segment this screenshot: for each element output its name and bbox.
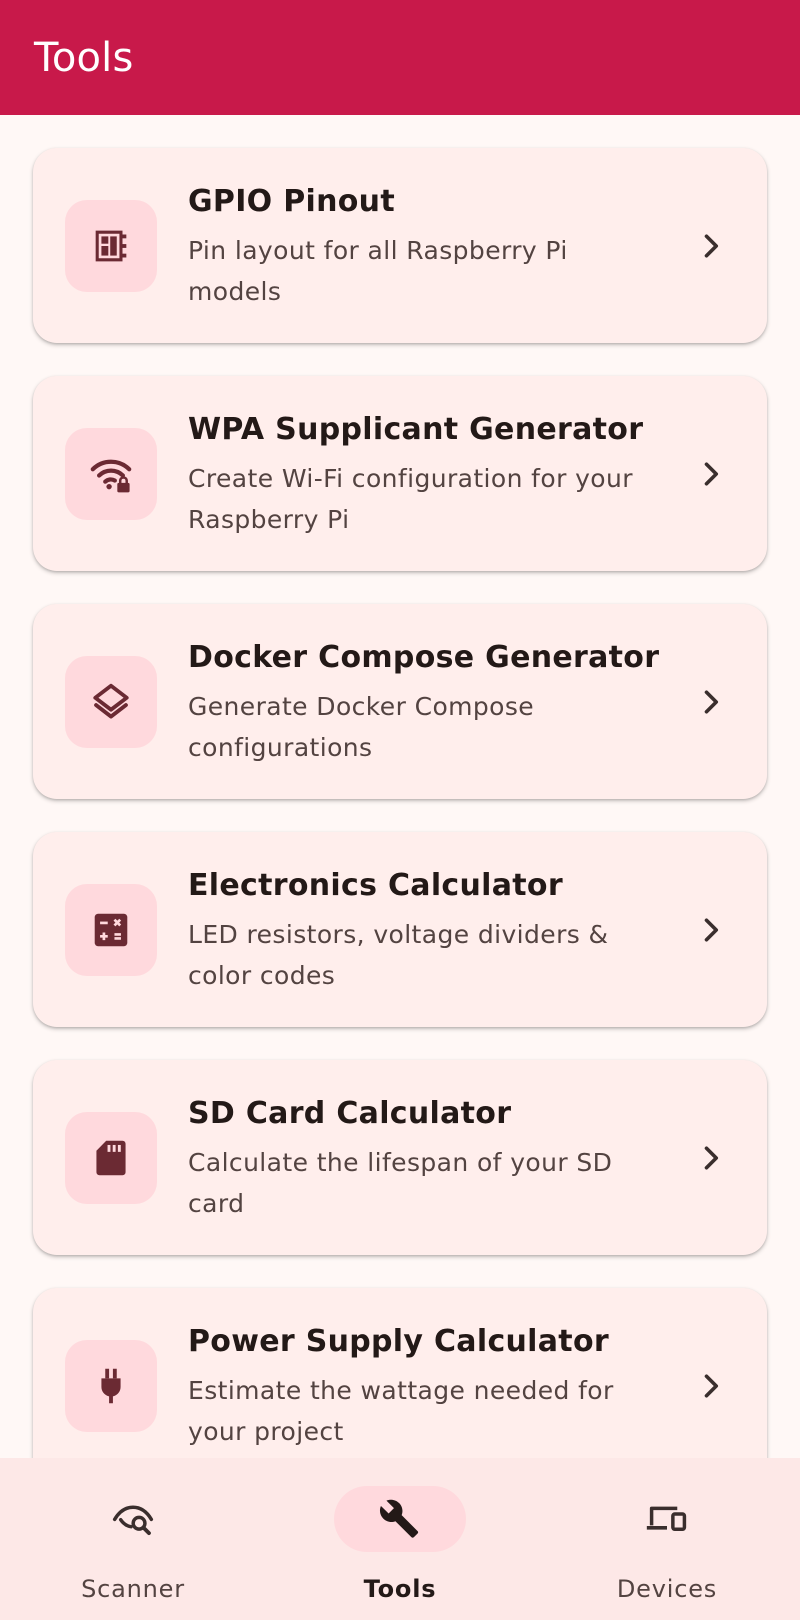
tool-title: SD Card Calculator <box>188 1096 512 1131</box>
tool-subtitle: LED resistors, voltage dividers & color … <box>188 920 609 990</box>
chevron-right-icon <box>704 462 719 486</box>
chevron-right-icon <box>704 234 719 258</box>
tool-icon-container <box>65 1112 157 1204</box>
wrench-icon <box>379 1499 419 1538</box>
tool-icon-container <box>65 200 157 292</box>
tool-title: GPIO Pinout <box>188 184 395 219</box>
tool-subtitle: Generate Docker Compose configurations <box>188 692 535 762</box>
chevron-right-icon <box>704 1374 719 1398</box>
nav-icon-container <box>601 1486 733 1552</box>
nav-item-tools[interactable]: Tools <box>267 1458 533 1620</box>
tool-title: Power Supply Calculator <box>188 1324 609 1359</box>
tool-title: Docker Compose Generator <box>188 640 660 675</box>
chip-icon <box>95 230 127 262</box>
tool-subtitle: Create Wi-Fi configuration for your Rasp… <box>188 464 633 534</box>
power-plug-icon <box>101 1368 121 1404</box>
tool-subtitle: Pin layout for all Raspberry Pi models <box>188 236 568 306</box>
tool-subtitle: Calculate the lifespan of your SD card <box>188 1148 613 1218</box>
nav-icon-container-active <box>334 1486 466 1552</box>
tool-card-electronics-calculator[interactable]: Electronics Calculator LED resistors, vo… <box>33 832 767 1027</box>
nav-icon-container <box>67 1486 199 1552</box>
tool-card-power-supply-calculator[interactable]: Power Supply Calculator Estimate the wat… <box>33 1288 767 1458</box>
page-title: Tools <box>34 34 134 81</box>
tool-card-sd-card-calculator[interactable]: SD Card Calculator Calculate the lifespa… <box>33 1060 767 1255</box>
chevron-right-icon <box>704 690 719 714</box>
app-root: Tools GPIO Pinout Pin layout for all Ras… <box>0 0 800 1620</box>
top-app-bar: Tools <box>0 0 800 115</box>
bottom-navigation-bar: Scanner Tools Devices <box>0 1458 800 1620</box>
devices-icon <box>646 1506 687 1532</box>
nav-label: Devices <box>616 1575 718 1603</box>
tools-list[interactable]: GPIO Pinout Pin layout for all Raspberry… <box>0 115 800 1458</box>
nav-item-scanner[interactable]: Scanner <box>0 1458 266 1620</box>
nav-label: Scanner <box>81 1575 185 1603</box>
nav-item-devices[interactable]: Devices <box>534 1458 800 1620</box>
eye-search-icon <box>112 1505 154 1536</box>
calculator-icon <box>94 913 128 947</box>
tool-card-wpa-supplicant[interactable]: WPA Supplicant Generator Create Wi-Fi co… <box>33 376 767 571</box>
tool-card-gpio-pinout[interactable]: GPIO Pinout Pin layout for all Raspberry… <box>33 148 767 343</box>
chevron-right-icon <box>704 1146 719 1170</box>
tool-card-docker-compose[interactable]: Docker Compose Generator Generate Docker… <box>33 604 767 799</box>
tool-icon-container <box>65 656 157 748</box>
tool-icon-container <box>65 1340 157 1432</box>
sd-card-icon <box>96 1140 126 1176</box>
tool-icon-container <box>65 884 157 976</box>
chevron-right-icon <box>704 918 719 942</box>
tool-subtitle: Estimate the wattage needed for your pro… <box>188 1376 614 1446</box>
tool-title: Electronics Calculator <box>188 868 563 903</box>
tool-icon-container <box>65 428 157 520</box>
tool-title: WPA Supplicant Generator <box>188 412 644 447</box>
wifi-lock-icon <box>90 459 132 493</box>
nav-label: Tools <box>363 1575 437 1603</box>
layers-icon <box>93 683 129 719</box>
